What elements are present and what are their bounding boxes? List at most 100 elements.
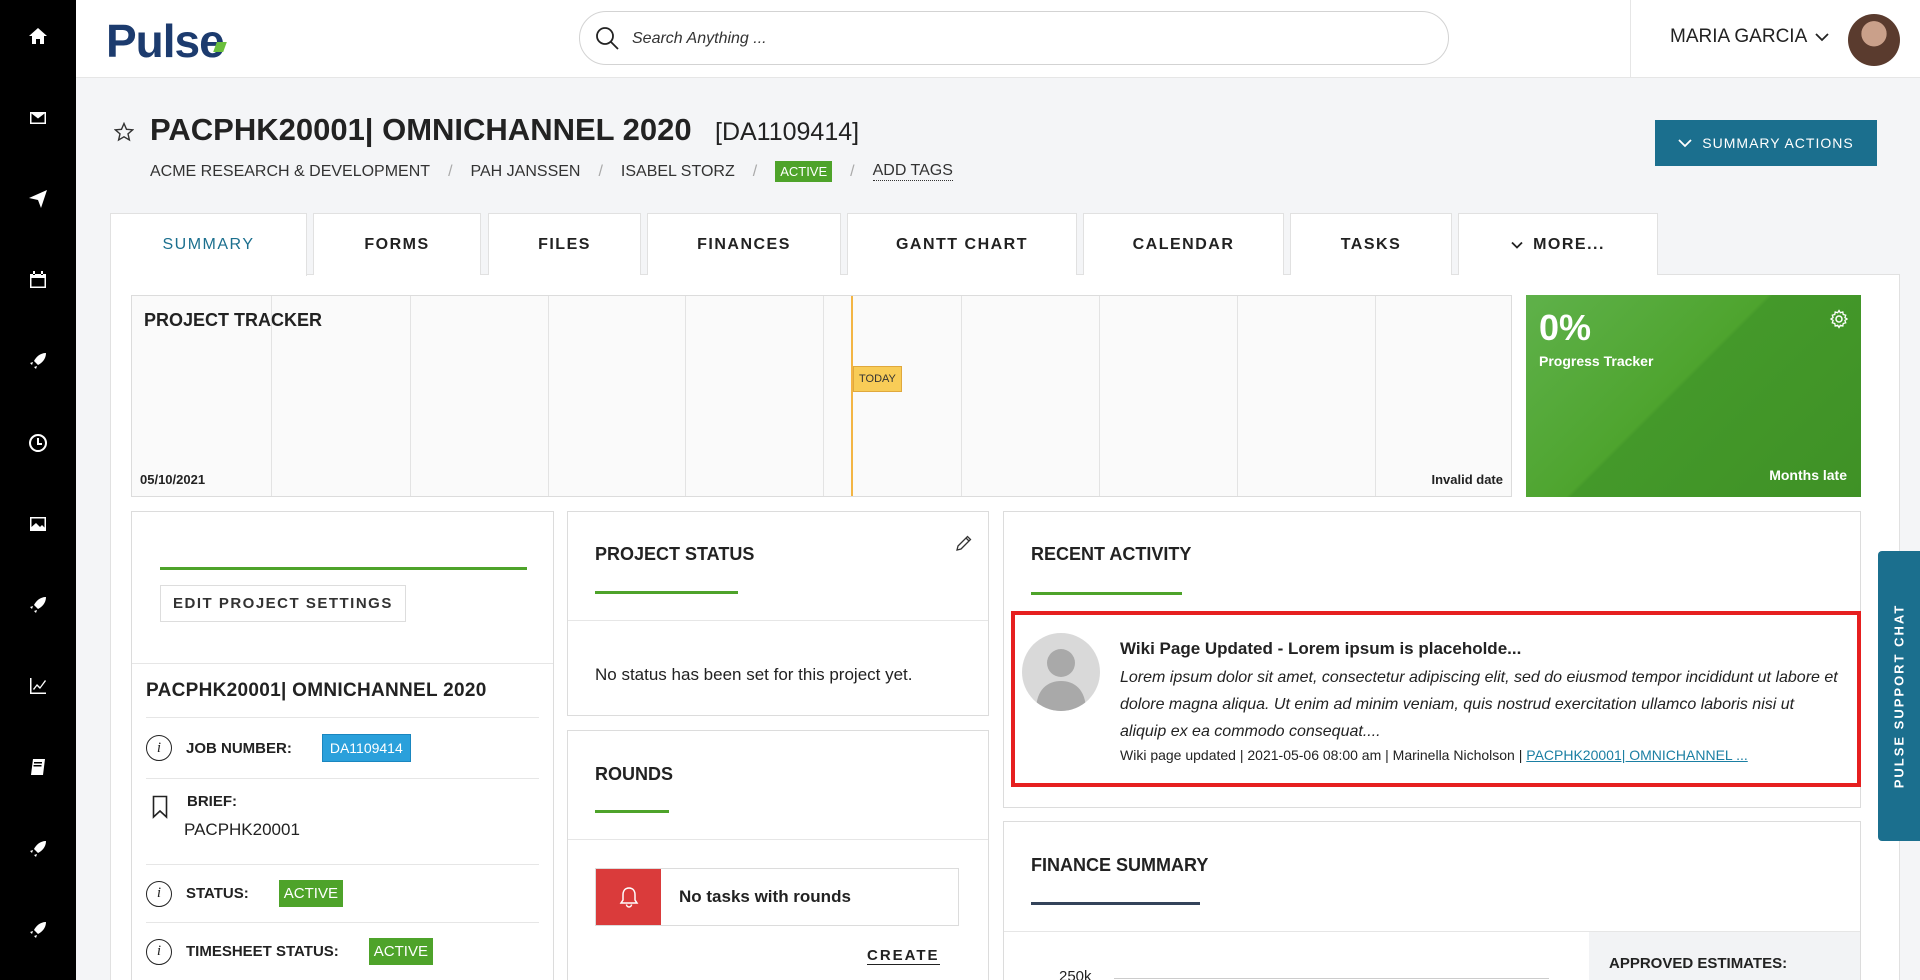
tracker-end-date: Invalid date <box>1431 472 1503 487</box>
tab-more[interactable]: MORE... <box>1458 213 1658 275</box>
search-icon <box>596 27 619 50</box>
chevron-down-icon <box>1678 139 1692 148</box>
status-badge: ACTIVE <box>775 161 833 182</box>
brief-row: BRIEF: PACPHK20001 <box>146 793 300 840</box>
job-number-label: JOB NUMBER: <box>186 739 292 757</box>
global-search[interactable] <box>579 11 1449 65</box>
send-icon[interactable] <box>0 179 76 219</box>
breadcrumb-item[interactable]: PAH JANSSEN <box>471 163 581 181</box>
favorite-star-icon[interactable] <box>114 122 134 142</box>
summary-actions-button[interactable]: SUMMARY ACTIONS <box>1655 120 1877 166</box>
tracker-start-date: 05/10/2021 <box>140 472 206 487</box>
breadcrumb-separator: / <box>752 162 758 180</box>
image-icon[interactable] <box>0 504 76 544</box>
project-code: [DA1109414] <box>715 118 860 146</box>
rocket-icon[interactable] <box>0 341 76 381</box>
rounds-title: ROUNDS <box>595 764 674 784</box>
info-icon: i <box>146 938 172 965</box>
project-name: PACPHK20001| OMNICHANNEL 2020 <box>146 680 487 701</box>
project-info-card: EDIT PROJECT SETTINGS PACPHK20001| OMNIC… <box>131 511 554 980</box>
recent-activity-title: RECENT ACTIVITY <box>1031 544 1192 564</box>
calendar-icon[interactable] <box>0 260 76 300</box>
progress-percent: 0% <box>1539 307 1592 348</box>
tracker-gridline <box>1099 296 1100 496</box>
card-divider <box>568 839 988 840</box>
tab-finances[interactable]: FINANCES <box>647 213 841 275</box>
status-row: i STATUS: ACTIVE <box>146 880 343 907</box>
info-icon: i <box>146 880 172 907</box>
rocket-icon[interactable] <box>0 829 76 869</box>
project-status-card: PROJECT STATUS No status has been set fo… <box>567 511 989 716</box>
chevron-down-icon <box>1511 241 1523 249</box>
page-title: PACPHK20001| OMNICHANNEL 2020 <box>150 112 692 147</box>
brief-label: BRIEF: <box>187 793 237 810</box>
bookmark-icon <box>152 795 168 819</box>
activity-meta-text: Wiki page updated | 2021-05-06 08:00 am … <box>1120 747 1527 763</box>
mail-icon[interactable] <box>0 98 76 138</box>
tab-forms[interactable]: FORMS <box>313 213 481 275</box>
create-round-link[interactable]: CREATE <box>867 947 940 965</box>
tab-files[interactable]: FILES <box>488 213 641 275</box>
card-divider <box>132 663 553 664</box>
timesheet-status-row: i TIMESHEET STATUS: ACTIVE <box>146 938 433 965</box>
breadcrumb-item[interactable]: ISABEL STORZ <box>621 163 735 181</box>
chevron-down-icon <box>1815 33 1829 42</box>
card-divider <box>146 864 539 865</box>
breadcrumb-separator: / <box>850 162 855 180</box>
topbar-divider <box>1630 0 1631 78</box>
rounds-card: ROUNDS No tasks with rounds CREATE <box>567 730 989 980</box>
left-nav-rail <box>0 0 76 980</box>
card-underline <box>595 810 669 813</box>
tracker-gridline <box>548 296 549 496</box>
card-underline <box>1031 592 1182 595</box>
card-divider <box>568 620 988 621</box>
tracker-gridline <box>1375 296 1376 496</box>
user-menu[interactable]: MARIA GARCIA <box>1670 26 1829 48</box>
edit-pencil-icon[interactable] <box>955 534 973 552</box>
chart-icon[interactable] <box>0 666 76 706</box>
logo-accent-mark <box>213 42 227 52</box>
edit-project-settings-button[interactable]: EDIT PROJECT SETTINGS <box>160 585 406 622</box>
progress-label: Progress Tracker <box>1539 353 1654 369</box>
finance-summary-title: FINANCE SUMMARY <box>1031 855 1209 875</box>
search-input[interactable] <box>632 24 1412 54</box>
card-underline <box>160 567 527 570</box>
status-label: STATUS: <box>186 885 249 902</box>
today-marker-line <box>851 296 853 496</box>
rocket-icon[interactable] <box>0 585 76 625</box>
progress-tracker-card: 0% Progress Tracker Months late <box>1526 295 1861 497</box>
card-underline <box>1031 902 1200 905</box>
clock-icon[interactable] <box>0 423 76 463</box>
progress-status: Months late <box>1769 467 1847 483</box>
tracker-gridline <box>823 296 824 496</box>
tab-gantt-chart[interactable]: GANTT CHART <box>847 213 1077 275</box>
tracker-gridline <box>1237 296 1238 496</box>
summary-actions-label: SUMMARY ACTIONS <box>1702 135 1854 151</box>
activity-project-link[interactable]: PACPHK20001| OMNICHANNEL ... <box>1526 747 1747 763</box>
pulse-logo[interactable]: Pulse <box>106 14 225 68</box>
add-tags-link[interactable]: ADD TAGS <box>872 162 953 181</box>
job-number-badge[interactable]: DA1109414 <box>321 734 411 762</box>
rocket-icon[interactable] <box>0 910 76 950</box>
home-icon[interactable] <box>0 16 76 56</box>
tab-calendar[interactable]: CALENDAR <box>1083 213 1284 275</box>
tracker-gridline <box>685 296 686 496</box>
book-icon[interactable] <box>0 747 76 787</box>
rounds-empty-message: No tasks with rounds <box>679 887 851 906</box>
tracker-title: PROJECT TRACKER <box>144 310 323 330</box>
user-name: MARIA GARCIA <box>1670 26 1808 47</box>
user-avatar[interactable] <box>1848 14 1900 66</box>
tab-summary[interactable]: SUMMARY <box>110 213 307 276</box>
timesheet-status-label: TIMESHEET STATUS: <box>186 943 339 960</box>
gear-icon[interactable] <box>1829 309 1849 329</box>
pulse-support-chat-button[interactable]: PULSE SUPPORT CHAT <box>1878 551 1920 841</box>
tab-tasks[interactable]: TASKS <box>1290 213 1452 275</box>
card-divider <box>146 717 539 718</box>
tracker-gridline <box>410 296 411 496</box>
breadcrumb-item[interactable]: ACME RESEARCH & DEVELOPMENT <box>150 163 430 181</box>
activity-title[interactable]: Wiki Page Updated - Lorem ipsum is place… <box>1120 639 1521 659</box>
status-badge: ACTIVE <box>278 880 343 907</box>
project-status-message: No status has been set for this project … <box>595 665 913 684</box>
breadcrumb-separator: / <box>598 162 603 180</box>
activity-item[interactable]: Wiki Page Updated - Lorem ipsum is place… <box>1011 611 1861 787</box>
